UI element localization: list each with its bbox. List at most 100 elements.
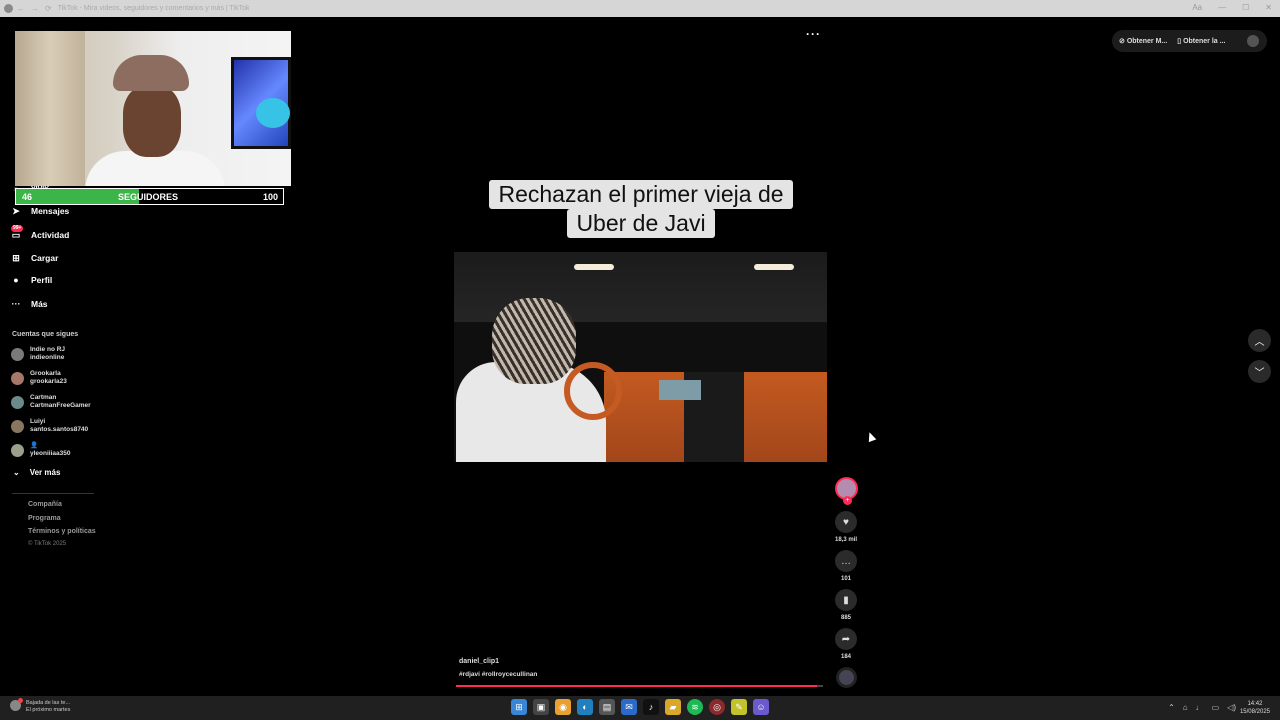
share-icon[interactable]: ➦ [835,628,857,650]
comment-icon[interactable]: … [835,550,857,572]
clock-date: 15/08/2025 [1239,709,1270,715]
notes-icon[interactable]: ✎ [731,699,747,715]
video-progress-fill [456,685,818,687]
avatar [11,395,24,409]
following-account[interactable]: 👤 yleoniiiaa350 [11,442,70,458]
video-player[interactable] [454,252,827,462]
browser-titlebar: ← → ⟳ TikTok - Mira videos, seguidores y… [0,0,1280,17]
comment-count: 101 [840,576,851,582]
like-action[interactable]: ♥ 18,3 mil [834,511,858,543]
clock-time: 14:42 [1247,701,1263,707]
weather-subtitle: El próximo martes [26,707,71,713]
follower-goal-target: 100 [262,192,278,202]
chrome-icon[interactable]: ◉ [555,699,571,715]
video-more-button[interactable]: ··· [806,27,821,41]
follow-plus-icon[interactable]: + [843,496,852,505]
edge-icon[interactable]: ◐ [577,699,593,715]
notification-badge: 99+ [11,225,24,232]
video-author[interactable]: daniel_clip1 [459,658,499,665]
see-more-button[interactable]: ⌄ Ver más [13,468,60,477]
sidebar-item-mensajes[interactable]: ➤ Mensajes [10,205,69,217]
get-app-button[interactable]: ⊘ Obtener M... [1119,37,1167,45]
follower-goal-bar: 46 SEGUIDORES 100 [15,188,284,205]
more-icon: ··· [11,299,21,309]
bookmark-icon[interactable]: ▮ [835,589,857,611]
account-handle: CartmanFreeGamer [30,402,91,409]
reader-mode-button[interactable]: Aa [1192,3,1202,12]
spotify-icon[interactable]: ≋ [687,699,703,715]
footer-link-terms[interactable]: Términos y políticas [28,528,96,535]
discord-icon[interactable]: ☺ [753,699,769,715]
footer-link-program[interactable]: Programa [28,515,61,522]
caption-line: Rechazan el primer vieja de [489,180,793,209]
following-section-label: Cuentas que sigues [12,331,79,338]
back-button[interactable]: ← [17,4,25,13]
music-disc-icon[interactable] [836,667,857,688]
following-account[interactable]: Luiyi santos.santos8740 [11,418,88,434]
window-title: TikTok - Mira videos, seguidores y comen… [57,5,250,12]
outlook-icon[interactable]: ✉ [621,699,637,715]
following-account[interactable]: Cartman CartmanFreeGamer [11,394,91,410]
following-account[interactable]: Grookarla grookarla23 [11,370,67,386]
sidebar-item-label: Actividad [31,230,70,240]
tiktok-icon[interactable]: ♪ [643,699,659,715]
forward-button[interactable]: → [31,4,39,13]
previous-video-button[interactable]: ︿ [1248,329,1271,352]
avatar [11,347,24,361]
obs-icon[interactable]: ◎ [709,699,725,715]
sidebar-item-mas[interactable]: ··· Más [10,298,48,310]
chevron-down-icon: ﹀ [1254,368,1265,379]
paper-plane-icon: ➤ [12,205,20,216]
top-actions-bar: ⊘ Obtener M... ▯ Obtener la ... [1112,30,1267,52]
tiktok-favicon-icon [4,4,13,13]
sidebar-item-label: Perfil [31,275,53,285]
footer-link-company[interactable]: Compañía [28,501,62,508]
account-name: Cartman [30,394,57,401]
minimize-button[interactable]: — [1218,3,1226,12]
close-button[interactable]: ✕ [1265,3,1272,12]
see-more-label: Ver más [29,468,61,477]
user-avatar[interactable] [1247,35,1259,47]
maximize-button[interactable]: ☐ [1242,3,1249,12]
follower-goal-label: SEGUIDORES [118,192,179,202]
save-action[interactable]: ▮ 885 [834,589,858,621]
share-action[interactable]: ➦ 184 [834,628,858,660]
weather-widget[interactable]: Bajada de las te... El próximo martes [10,698,71,714]
store-icon[interactable]: ▤ [599,699,615,715]
microphone-icon[interactable]: ♩ [1196,703,1204,712]
sidebar-item-cargar[interactable]: ⊞ Cargar [10,252,58,264]
account-name: Luiyi [30,418,46,425]
account-name: Indie no RJ [30,346,66,353]
sidebar-item-label: Más [31,299,48,309]
network-icon[interactable]: ⌂ [1183,703,1188,712]
tiktok-app: ◌ YIVIK ➤ Mensajes ▭99+ Actividad ⊞ Carg… [0,17,1280,696]
follower-goal-current: 46 [22,192,33,202]
sidebar-item-perfil[interactable]: ● Perfil [10,274,52,286]
chevron-up-icon[interactable]: ⌃ [1168,703,1175,712]
following-account[interactable]: Indie no RJ indieonline [11,346,65,362]
file-explorer-icon[interactable]: ▰ [665,699,681,715]
heart-icon[interactable]: ♥ [835,511,857,533]
avatar [11,443,24,457]
next-video-button[interactable]: ﹀ [1248,360,1271,383]
save-count: 885 [840,615,851,621]
video-progress-bar[interactable] [456,685,823,687]
reload-button[interactable]: ⟳ [45,4,52,13]
account-handle: grookarla23 [30,378,67,385]
comment-action[interactable]: … 101 [834,550,858,582]
volume-icon[interactable]: ◁) [1227,703,1236,712]
video-hashtags[interactable]: #rdjavi #rollroycecullinan [459,671,537,678]
inbox-icon: ▭ 99+ [11,225,24,240]
get-desktop-app-button[interactable]: ▯ Obtener la ... [1177,37,1225,45]
display-icon[interactable]: ▭ [1212,703,1220,712]
like-count: 18,3 mil [834,537,857,543]
sidebar-item-actividad[interactable]: ▭ 99+ Actividad [10,225,70,241]
system-clock[interactable]: 14:42 15/08/2025 [1240,700,1270,716]
creator-avatar[interactable]: + [835,477,858,505]
system-tray: ⌃ ⌂ ♩ ▭ ◁) [1168,703,1236,712]
sidebar-item-label: Mensajes [31,206,70,216]
taskbar: Bajada de las te... El próximo martes ⊞ … [0,696,1280,720]
start-icon[interactable]: ⊞ [511,699,527,715]
weather-icon [10,698,23,711]
task-view-icon[interactable]: ▣ [533,699,549,715]
